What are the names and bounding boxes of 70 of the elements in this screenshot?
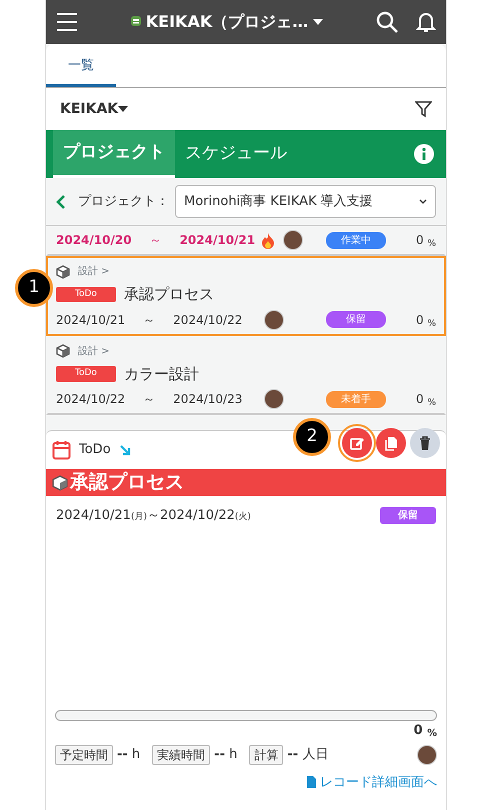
avatar: [283, 230, 304, 250]
search-icon[interactable]: [376, 11, 398, 33]
notification-bell-icon[interactable]: [416, 11, 436, 33]
date-text: 2024/10/21: [180, 232, 256, 249]
status-badge: 保留: [380, 507, 436, 524]
chevron-down-icon: [419, 199, 427, 204]
metric-value: -- h: [214, 746, 238, 764]
type-tag: ToDo: [56, 286, 116, 302]
date-text: 2024/10/23: [173, 391, 242, 408]
task-title: カラー設計: [124, 364, 199, 384]
progress-text: 0 $_{%}$: [412, 722, 437, 740]
type-tag: ToDo: [56, 366, 116, 382]
progress-text: 0 $_{%}$: [416, 312, 436, 328]
back-chevron-icon[interactable]: [56, 194, 66, 208]
document-icon: [307, 776, 316, 788]
task-row[interactable]: 設計 > ToDo 承認プロセス 2024/10/21 ～ 2024/10/22 保留 0 $_{%}$: [46, 256, 446, 336]
range-separator: ～: [143, 312, 156, 328]
menu-icon[interactable]: [56, 12, 78, 32]
breadcrumb-text: 設計 >: [78, 344, 110, 358]
date-text: 2024/10/22: [56, 391, 126, 408]
cube-icon: [52, 474, 68, 490]
project-label: プロジェクト：: [78, 192, 169, 211]
copy-button[interactable]: [376, 428, 406, 458]
metric-label: 計算: [249, 744, 284, 764]
range-separator: ～: [143, 391, 156, 408]
task-title: 承認プロセス: [124, 284, 214, 305]
detail-link[interactable]: レコード詳細画面へ: [320, 772, 437, 792]
arrow-down-right-icon: [118, 444, 131, 456]
calendar-icon: [52, 440, 71, 460]
filter-icon[interactable]: [415, 100, 432, 118]
flame-icon: [261, 232, 276, 248]
filter-dropdown[interactable]: KEIKAK: [60, 98, 128, 120]
caret-icon[interactable]: [312, 18, 324, 26]
date-text: 2024/10/20: [56, 232, 132, 249]
date-range: 2024/10/21(月)～2024/10/22(火): [56, 507, 251, 525]
breadcrumb-text: 設計 >: [78, 264, 110, 279]
header-title: KEIKAK（プロジェ…: [146, 11, 308, 33]
avatar: [264, 389, 284, 409]
copy-icon: [383, 435, 399, 451]
record-title: 承認プロセス: [70, 470, 184, 496]
cube-icon: [56, 264, 70, 278]
edit-icon: [349, 435, 365, 451]
edit-button[interactable]: [342, 428, 372, 458]
task-row[interactable]: 2024/10/20 ～ 2024/10/21 作業中 0 $_{%}$: [46, 226, 446, 256]
progress-text: 0 $_{%}$: [416, 391, 436, 408]
range-separator: ～: [150, 232, 162, 249]
delete-icon: [417, 435, 433, 451]
progress-text: 0 $_{%}$: [416, 232, 436, 249]
metric-label: 実績時間: [152, 744, 210, 764]
avatar: [417, 744, 437, 764]
metric-label: 予定時間: [55, 744, 113, 764]
callout-marker: 2: [293, 418, 331, 456]
date-text: 2024/10/21: [56, 312, 126, 328]
cube-icon: [56, 344, 70, 358]
view-tab[interactable]: スケジュール: [175, 130, 297, 178]
record-type: ToDo: [79, 441, 111, 460]
avatar: [264, 310, 284, 330]
metric-value: -- 人日: [287, 746, 328, 764]
status-badge: 保留: [326, 311, 386, 328]
date-text: 2024/10/22: [173, 312, 242, 328]
app-logo-icon: [130, 15, 142, 29]
callout-marker: 1: [15, 269, 53, 307]
task-row[interactable]: 設計 > ToDo カラー設計 2024/10/22 ～ 2024/10/23 未着手 0 $_{%}$: [46, 336, 446, 415]
project-select[interactable]: Morinohi商事 KEIKAK 導入支援: [175, 185, 436, 218]
info-icon[interactable]: [414, 144, 434, 164]
caret-icon: [118, 106, 128, 112]
status-badge: 未着手: [326, 390, 386, 408]
delete-button[interactable]: [410, 428, 440, 458]
metric-value: -- h: [117, 746, 140, 764]
status-badge: 作業中: [326, 232, 386, 248]
